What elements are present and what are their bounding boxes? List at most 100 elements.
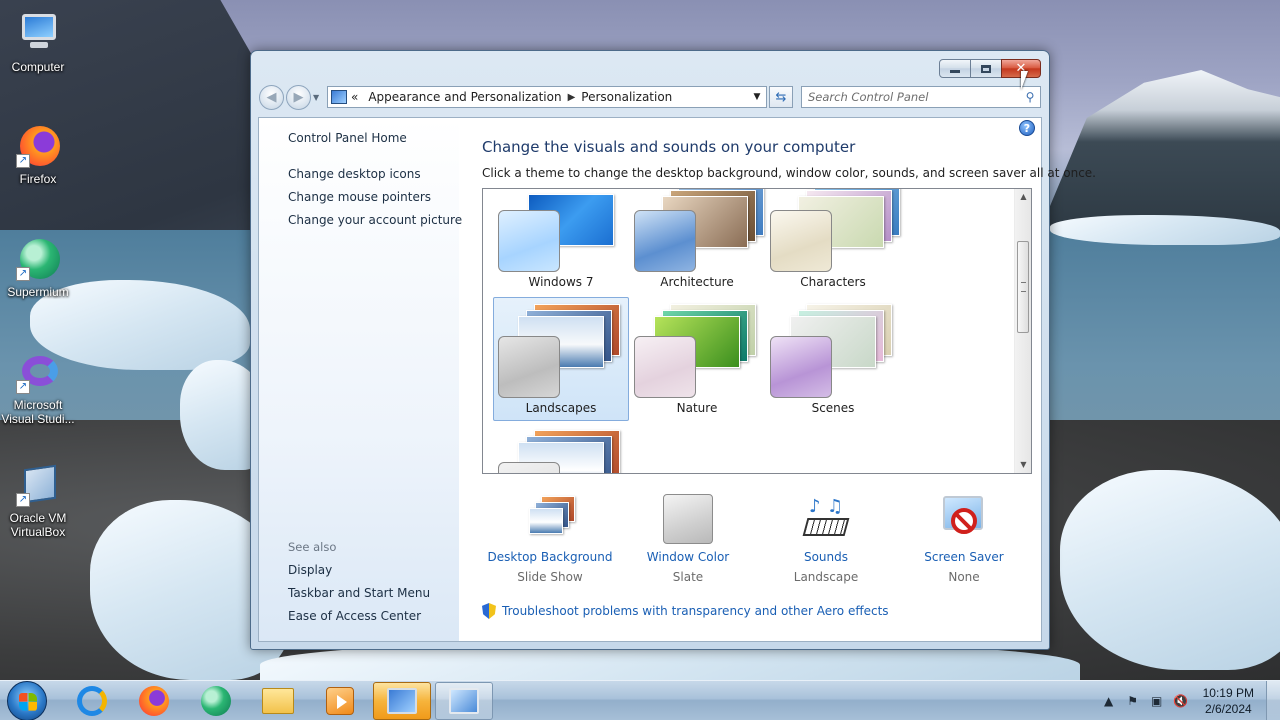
scrollbar-thumb[interactable]: [1017, 241, 1029, 333]
breadcrumb-appearance[interactable]: Appearance and Personalization: [368, 90, 561, 104]
link-control-panel-home[interactable]: Control Panel Home: [288, 131, 407, 145]
scroll-down-icon[interactable]: ▼: [1015, 457, 1031, 473]
personalization-window: ✕ ◀ ▶ ▼ « Appearance and Personalization…: [250, 50, 1096, 650]
theme-thumbnail: [498, 189, 624, 272]
setting-screen-saver[interactable]: Screen Saver None: [896, 494, 1032, 584]
maximize-button[interactable]: [970, 59, 1002, 78]
supermium-icon: [201, 685, 231, 716]
minimize-button[interactable]: [939, 59, 971, 78]
show-hidden-icons-icon[interactable]: ▲: [1100, 692, 1118, 710]
help-icon: ?: [1023, 122, 1031, 135]
link-ease-of-access[interactable]: Ease of Access Center: [288, 609, 421, 623]
link-change-account-picture[interactable]: Change your account picture: [288, 213, 462, 227]
desktop-icon-supermium[interactable]: ↗ Supermium: [0, 235, 76, 299]
theme-name: Windows 7: [528, 275, 594, 289]
computer-icon: [14, 10, 62, 58]
taskbar-internet-explorer[interactable]: [63, 682, 121, 720]
refresh-button[interactable]: ⇆: [769, 86, 793, 108]
window-color-icon: [663, 494, 713, 544]
taskbar: ▲ ⚑ ▣ 🔇 10:19 PM 2/6/2024: [0, 680, 1280, 720]
chevron-down-icon: ▼: [313, 92, 320, 102]
desktop-icon-firefox[interactable]: ↗ Firefox: [0, 122, 76, 186]
setting-label[interactable]: Window Color: [620, 550, 756, 564]
forward-button[interactable]: ▶: [286, 84, 311, 110]
setting-sounds[interactable]: ♪ ♫ Sounds Landscape: [758, 494, 894, 584]
scroll-up-icon[interactable]: ▲: [1015, 189, 1031, 205]
see-also-heading: See also: [288, 540, 337, 554]
maximize-icon: [981, 64, 991, 73]
firefox-icon: ↗: [14, 122, 62, 170]
theme-characters[interactable]: Characters: [765, 189, 901, 295]
firefox-icon: [139, 685, 169, 716]
tasks-pane: Control Panel Home Change desktop icons …: [259, 118, 462, 641]
theme-partial[interactable]: [493, 423, 629, 473]
theme-architecture[interactable]: Architecture: [629, 189, 765, 295]
theme-nature[interactable]: Nature: [629, 297, 765, 421]
page-subtitle: Click a theme to change the desktop back…: [482, 166, 1096, 180]
start-button[interactable]: [7, 680, 47, 720]
desktop-icon-label: Oracle VM VirtualBox: [9, 511, 67, 539]
setting-label[interactable]: Desktop Background: [482, 550, 618, 564]
troubleshoot-link-text[interactable]: Troubleshoot problems with transparency …: [502, 604, 889, 618]
setting-value: Slide Show: [517, 570, 583, 584]
search-input[interactable]: [802, 88, 1020, 106]
mouse-cursor-icon: [1021, 71, 1028, 90]
address-bar[interactable]: « Appearance and Personalization ▶ Perso…: [327, 86, 767, 108]
refresh-icon: ⇆: [775, 89, 787, 105]
theme-name: Scenes: [811, 401, 855, 415]
recent-pages-dropdown[interactable]: ▼: [313, 93, 323, 102]
desktop-icon-visual-studio[interactable]: ↗ Microsoft Visual Studi...: [0, 348, 76, 426]
action-center-flag-icon[interactable]: ⚑: [1124, 692, 1142, 710]
desktop-icon-computer[interactable]: Computer: [0, 10, 76, 74]
back-arrow-icon: ◀: [266, 89, 277, 105]
breadcrumb-separator-icon[interactable]: ▶: [568, 92, 576, 103]
taskbar-personalization[interactable]: [435, 681, 493, 720]
setting-value: Slate: [672, 570, 704, 584]
setting-label[interactable]: Screen Saver: [896, 550, 1032, 564]
taskbar-firefox[interactable]: [125, 682, 183, 720]
link-change-desktop-icons[interactable]: Change desktop icons: [288, 167, 421, 181]
setting-label[interactable]: Sounds: [758, 550, 894, 564]
theme-thumbnail: [498, 428, 624, 473]
clock-date: 2/6/2024: [1204, 702, 1252, 716]
breadcrumb-overflow[interactable]: «: [351, 90, 358, 104]
link-taskbar-start-menu[interactable]: Taskbar and Start Menu: [288, 586, 430, 600]
setting-desktop-background[interactable]: Desktop Background Slide Show: [482, 494, 618, 584]
theme-list-scrollbar[interactable]: ▲ ▼: [1014, 189, 1031, 473]
clock[interactable]: 10:19 PM 2/6/2024: [1203, 685, 1254, 717]
windows-logo-icon: [19, 692, 37, 711]
theme-list: Windows 7 Architecture Characters Landsc…: [482, 188, 1032, 474]
system-tray: ▲ ⚑ ▣ 🔇 10:19 PM 2/6/2024: [1097, 681, 1280, 720]
taskbar-supermium[interactable]: [187, 682, 245, 720]
theme-windows-7[interactable]: Windows 7: [493, 189, 629, 295]
search-icon[interactable]: ⚲: [1020, 90, 1040, 104]
theme-settings-row: Desktop Background Slide Show Window Col…: [459, 494, 1043, 594]
virtualbox-icon: ↗: [14, 461, 62, 509]
link-change-mouse-pointers[interactable]: Change mouse pointers: [288, 190, 431, 204]
back-button[interactable]: ◀: [259, 84, 284, 110]
setting-window-color[interactable]: Window Color Slate: [620, 494, 756, 584]
theme-landscapes[interactable]: Landscapes: [493, 297, 629, 421]
address-dropdown-button[interactable]: ▼: [748, 92, 766, 102]
wallpaper-ice: [1050, 215, 1280, 245]
personalization-icon: [449, 687, 479, 714]
minimize-icon: [950, 70, 960, 73]
help-button[interactable]: ?: [1019, 120, 1035, 136]
shield-icon: [482, 603, 496, 619]
taskbar-control-panel[interactable]: [373, 681, 431, 720]
troubleshoot-link[interactable]: Troubleshoot problems with transparency …: [482, 603, 889, 619]
network-icon[interactable]: ▣: [1148, 692, 1166, 710]
link-display[interactable]: Display: [288, 563, 332, 577]
taskbar-file-explorer[interactable]: [249, 682, 307, 720]
setting-value: Landscape: [793, 570, 859, 584]
breadcrumb-personalization[interactable]: Personalization: [581, 90, 672, 104]
theme-name: Architecture: [660, 275, 734, 289]
taskbar-media-player[interactable]: [311, 682, 369, 720]
theme-scenes[interactable]: Scenes: [765, 297, 901, 421]
theme-thumbnail: [634, 302, 760, 398]
show-desktop-button[interactable]: [1266, 681, 1280, 720]
search-box: ⚲: [801, 86, 1041, 108]
volume-muted-icon[interactable]: 🔇: [1172, 692, 1190, 710]
desktop-icon-virtualbox[interactable]: ↗ Oracle VM VirtualBox: [0, 461, 76, 539]
main-pane: ? Change the visuals and sounds on your …: [459, 118, 1096, 641]
